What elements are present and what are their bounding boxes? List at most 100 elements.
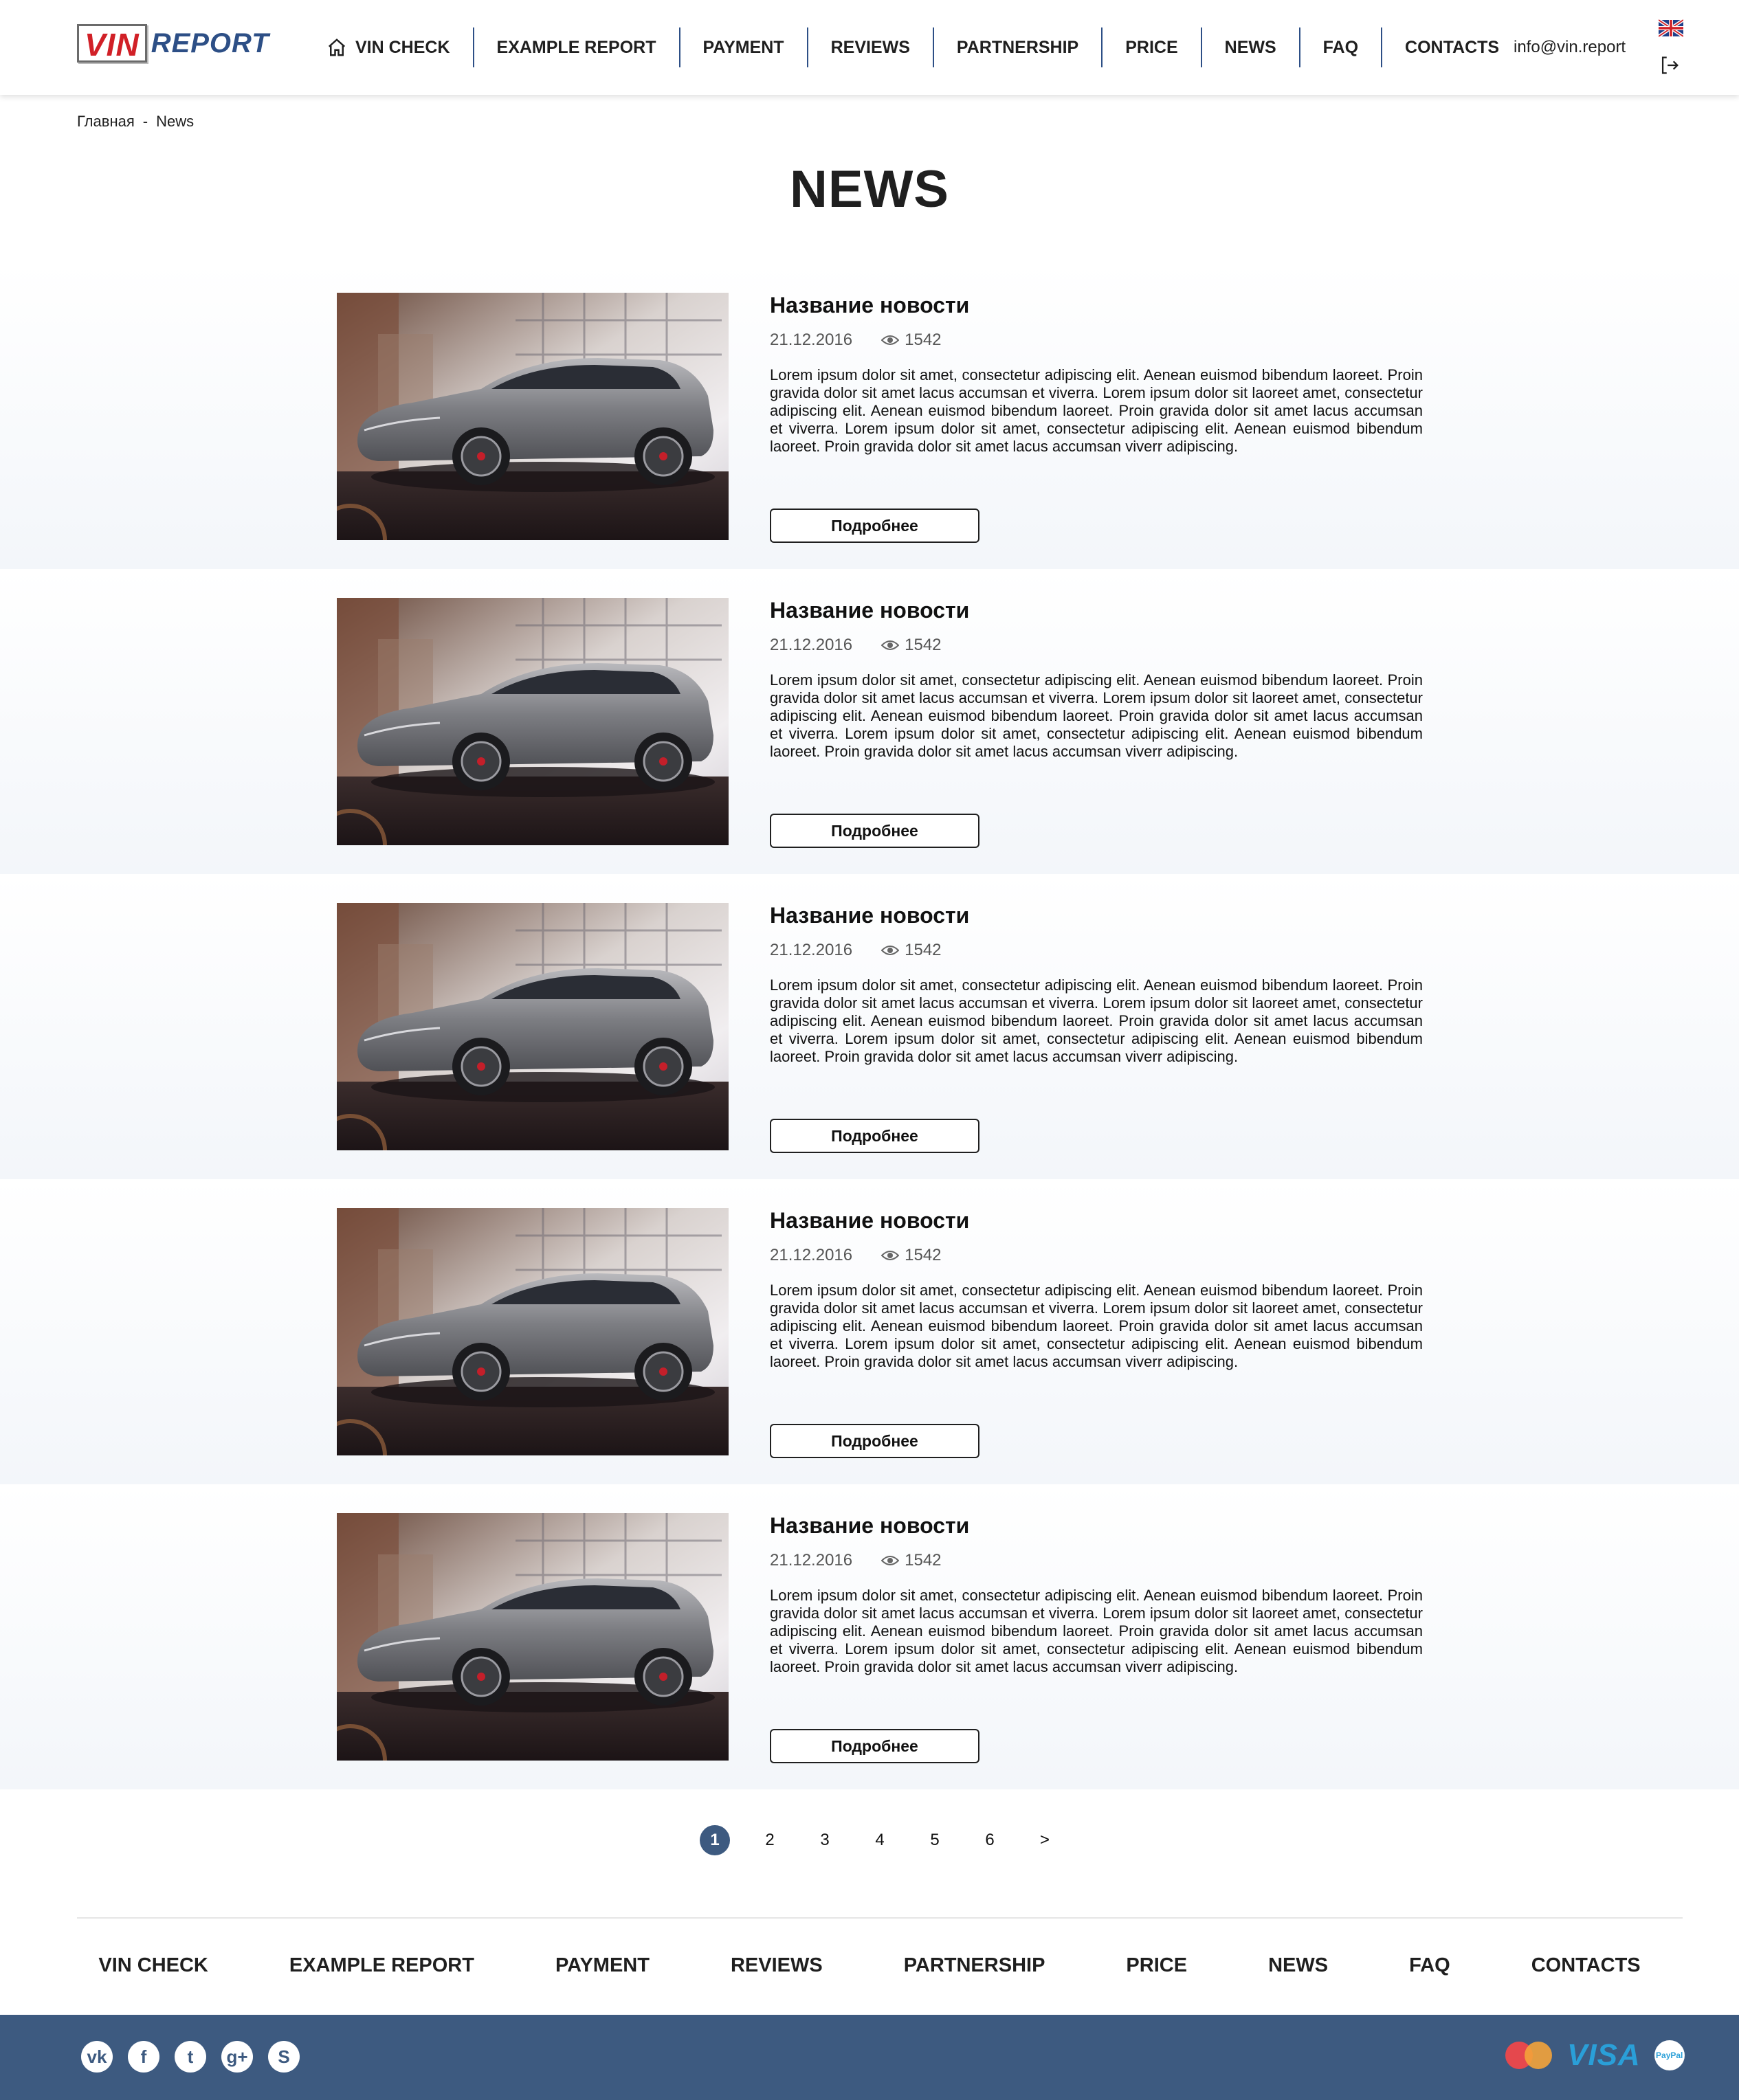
- twitter-icon[interactable]: t: [175, 2041, 206, 2073]
- news-excerpt: Lorem ipsum dolor sit amet, consectetur …: [770, 1587, 1423, 1675]
- footer-nav-vin-check[interactable]: VIN CHECK: [98, 1954, 208, 1977]
- footer-nav: VIN CHECK EXAMPLE REPORT PAYMENT REVIEWS…: [0, 1938, 1739, 1993]
- footer-nav-faq[interactable]: FAQ: [1409, 1954, 1450, 1977]
- news-views-count: 1542: [905, 1246, 942, 1264]
- read-more-button[interactable]: Подробнее: [770, 1119, 979, 1153]
- nav-partnership[interactable]: PARTNERSHIP: [934, 27, 1103, 67]
- nav-news[interactable]: NEWS: [1202, 27, 1300, 67]
- social-links: vk f t g+ S: [81, 2041, 300, 2073]
- page-3-button[interactable]: 3: [810, 1825, 840, 1855]
- logout-icon[interactable]: [1658, 54, 1681, 77]
- news-meta: 21.12.2016 1542: [770, 636, 1423, 655]
- eye-icon: [881, 946, 900, 955]
- read-more-button[interactable]: Подробнее: [770, 509, 979, 543]
- pagination: 1 2 3 4 5 6 >: [700, 1825, 1085, 1855]
- google-plus-icon[interactable]: g+: [221, 2041, 253, 2073]
- breadcrumb: Главная - News: [77, 113, 194, 131]
- nav-vin-check[interactable]: VIN CHECK: [313, 27, 474, 67]
- news-date: 21.12.2016: [770, 941, 853, 959]
- news-excerpt: Lorem ipsum dolor sit amet, consectetur …: [770, 1282, 1423, 1370]
- footer-nav-payment[interactable]: PAYMENT: [555, 1954, 650, 1977]
- news-date: 21.12.2016: [770, 331, 853, 349]
- nav-example-report[interactable]: EXAMPLE REPORT: [474, 27, 680, 67]
- news-date: 21.12.2016: [770, 1551, 853, 1570]
- vk-icon[interactable]: vk: [81, 2041, 113, 2073]
- nav-contacts[interactable]: CONTACTS: [1382, 27, 1522, 67]
- news-item: Название новости 21.12.2016 1542 Lorem i…: [0, 264, 1739, 569]
- site-header: VIN REPORT VIN CHECK EXAMPLE REPORT PAYM…: [0, 0, 1739, 95]
- logo-report-text: REPORT: [151, 27, 269, 58]
- eye-icon: [881, 1556, 900, 1565]
- news-views-count: 1542: [905, 1551, 942, 1570]
- payment-methods: VISA PayPal: [1504, 2038, 1685, 2073]
- facebook-icon[interactable]: f: [128, 2041, 159, 2073]
- footer-nav-partnership[interactable]: PARTNERSHIP: [904, 1954, 1045, 1977]
- eye-icon: [881, 335, 900, 345]
- news-excerpt: Lorem ipsum dolor sit amet, consectetur …: [770, 366, 1423, 455]
- footer-nav-example-report[interactable]: EXAMPLE REPORT: [289, 1954, 474, 1977]
- news-views: 1542: [881, 331, 942, 350]
- news-car-image[interactable]: [337, 598, 729, 845]
- uk-flag-icon[interactable]: [1659, 19, 1683, 37]
- nav-price[interactable]: PRICE: [1103, 27, 1202, 67]
- news-body: Название новости 21.12.2016 1542 Lorem i…: [770, 1513, 1423, 1763]
- news-title[interactable]: Название новости: [770, 903, 1423, 928]
- breadcrumb-home-link[interactable]: Главная: [77, 113, 135, 131]
- news-meta: 21.12.2016 1542: [770, 1551, 1423, 1570]
- footer-nav-news[interactable]: NEWS: [1268, 1954, 1328, 1977]
- news-date: 21.12.2016: [770, 1246, 853, 1264]
- news-views: 1542: [881, 1551, 942, 1570]
- skype-icon[interactable]: S: [268, 2041, 300, 2073]
- footer-bar: vk f t g+ S VISA PayPal: [0, 2015, 1739, 2100]
- read-more-button[interactable]: Подробнее: [770, 1424, 979, 1458]
- news-car-image[interactable]: [337, 903, 729, 1150]
- footer-nav-contacts[interactable]: CONTACTS: [1531, 1954, 1641, 1977]
- contact-email-link[interactable]: info@vin.report: [1514, 38, 1626, 57]
- eye-icon: [881, 1251, 900, 1260]
- main-nav: VIN CHECK EXAMPLE REPORT PAYMENT REVIEWS…: [313, 27, 1522, 67]
- footer-nav-price[interactable]: PRICE: [1126, 1954, 1187, 1977]
- page-2-button[interactable]: 2: [755, 1825, 785, 1855]
- news-item: Название новости 21.12.2016 1542 Lorem i…: [0, 1179, 1739, 1484]
- next-page-button[interactable]: >: [1030, 1825, 1060, 1855]
- news-item: Название новости 21.12.2016 1542 Lorem i…: [0, 1484, 1739, 1789]
- news-date: 21.12.2016: [770, 636, 853, 654]
- breadcrumb-current: News: [156, 113, 195, 130]
- news-title[interactable]: Название новости: [770, 1513, 1423, 1539]
- news-list: Название новости 21.12.2016 1542 Lorem i…: [0, 264, 1739, 1789]
- news-title[interactable]: Название новости: [770, 598, 1423, 623]
- news-body: Название новости 21.12.2016 1542 Lorem i…: [770, 903, 1423, 1153]
- mastercard-icon: [1504, 2039, 1553, 2072]
- news-views: 1542: [881, 1246, 942, 1265]
- news-meta: 21.12.2016 1542: [770, 1246, 1423, 1265]
- nav-label: VIN CHECK: [355, 37, 450, 57]
- news-car-image[interactable]: [337, 1208, 729, 1455]
- news-views-count: 1542: [905, 636, 942, 654]
- read-more-button[interactable]: Подробнее: [770, 1729, 979, 1763]
- home-icon: [328, 38, 346, 56]
- footer-nav-reviews[interactable]: REVIEWS: [731, 1954, 823, 1977]
- news-car-image[interactable]: [337, 293, 729, 540]
- news-item: Название новости 21.12.2016 1542 Lorem i…: [0, 874, 1739, 1179]
- page-5-button[interactable]: 5: [920, 1825, 950, 1855]
- news-title[interactable]: Название новости: [770, 1208, 1423, 1233]
- page-title: NEWS: [790, 160, 949, 219]
- news-views: 1542: [881, 636, 942, 655]
- page-6-button[interactable]: 6: [975, 1825, 1005, 1855]
- visa-icon: VISA: [1567, 2038, 1641, 2072]
- read-more-button[interactable]: Подробнее: [770, 814, 979, 848]
- news-meta: 21.12.2016 1542: [770, 331, 1423, 350]
- paypal-icon: PayPal: [1654, 2040, 1685, 2070]
- eye-icon: [881, 640, 900, 650]
- news-views: 1542: [881, 941, 942, 960]
- site-logo[interactable]: VIN REPORT: [77, 22, 269, 65]
- nav-faq[interactable]: FAQ: [1300, 27, 1383, 67]
- nav-payment[interactable]: PAYMENT: [680, 27, 808, 67]
- news-title[interactable]: Название новости: [770, 293, 1423, 318]
- footer-divider: [77, 1917, 1683, 1919]
- page-1-button[interactable]: 1: [700, 1825, 730, 1855]
- page-4-button[interactable]: 4: [865, 1825, 895, 1855]
- nav-reviews[interactable]: REVIEWS: [808, 27, 934, 67]
- breadcrumb-separator: -: [142, 113, 148, 130]
- news-car-image[interactable]: [337, 1513, 729, 1761]
